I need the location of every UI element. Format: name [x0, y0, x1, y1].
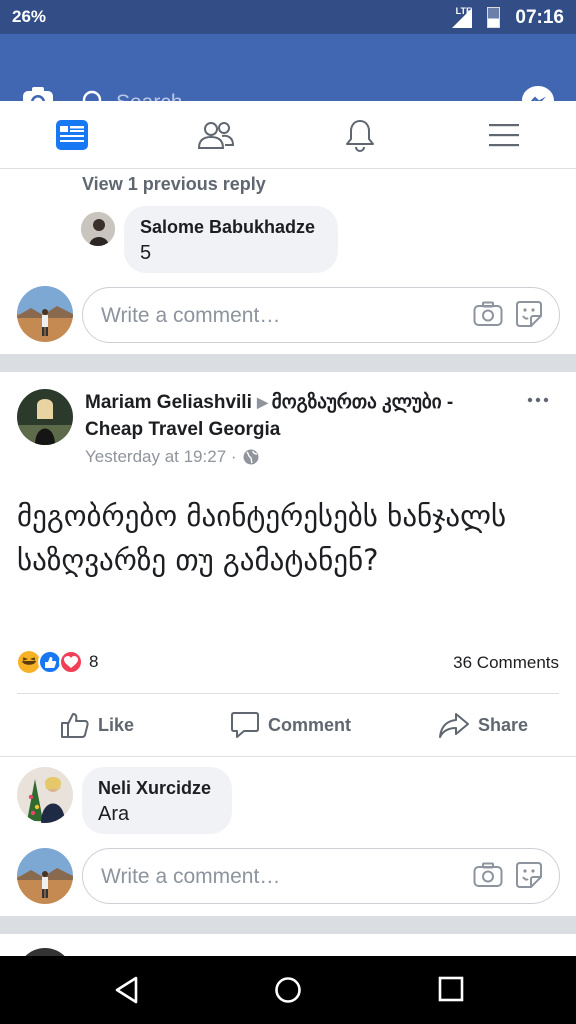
avatar	[17, 848, 73, 904]
battery-percent: 26%	[12, 7, 47, 26]
menu-icon	[489, 123, 519, 146]
recents-icon[interactable]	[438, 976, 464, 1002]
status-bar: 26% LTE 07:16	[0, 0, 576, 34]
back-icon[interactable]	[114, 976, 140, 1004]
clock: 07:16	[515, 7, 564, 28]
tab-bar	[0, 101, 576, 169]
reply-text: 5	[140, 242, 152, 264]
tab-news-feed[interactable]	[0, 101, 144, 168]
write-comment-box[interactable]	[82, 287, 560, 344]
user-photo	[17, 767, 73, 823]
reply-author[interactable]: Salome Babukhadze	[140, 217, 322, 238]
sticker-icon[interactable]	[515, 861, 543, 889]
more-icon	[527, 397, 549, 403]
avatar[interactable]	[17, 767, 73, 823]
post-body: მეგობრებო მაინტერესებს ხანჯალს საზღვარზე…	[17, 499, 507, 577]
divider	[0, 916, 576, 934]
post-options-button[interactable]	[526, 390, 550, 410]
user-photo	[81, 212, 115, 246]
reply-bubble[interactable]: Salome Babukhadze 5	[124, 206, 338, 273]
post-actions: Like Comment Share	[0, 694, 576, 756]
sticker-icon[interactable]	[515, 300, 543, 328]
reaction-count: 8	[89, 652, 99, 671]
comment-text: Ara	[98, 803, 130, 825]
divider	[0, 354, 576, 372]
comment-count-link[interactable]: 36 Comments	[453, 653, 559, 673]
shared-to-arrow-icon: ▶	[257, 394, 272, 410]
post-meta: Yesterday at 19:27 ·	[85, 447, 259, 467]
write-comment-box[interactable]	[82, 848, 560, 905]
post-author[interactable]: Mariam Geliashvili	[85, 392, 252, 413]
like-button[interactable]: Like	[60, 694, 134, 756]
home-icon[interactable]	[274, 976, 302, 1004]
user-photo	[17, 848, 73, 904]
battery-icon	[487, 7, 500, 28]
tab-menu[interactable]	[432, 101, 576, 168]
comment-label: Comment	[268, 714, 352, 735]
reaction-icons	[18, 650, 81, 674]
share-label: Share	[478, 714, 529, 735]
network-type: LTE	[455, 6, 472, 16]
news-feed-icon	[56, 119, 88, 150]
divider	[0, 756, 576, 757]
comment-input[interactable]	[99, 849, 463, 905]
system-nav-bar	[0, 956, 576, 1024]
author-avatar[interactable]	[17, 389, 73, 445]
user-photo	[17, 286, 73, 342]
avatar[interactable]	[81, 212, 115, 246]
avatar	[17, 286, 73, 342]
like-icon	[61, 713, 89, 738]
bell-icon	[346, 119, 374, 152]
view-previous-replies-link[interactable]: View 1 previous reply	[82, 174, 266, 195]
like-label: Like	[98, 714, 135, 735]
tab-friends[interactable]	[144, 101, 288, 168]
share-button[interactable]: Share	[438, 694, 528, 756]
friends-icon	[197, 121, 235, 149]
comment-icon	[231, 712, 259, 738]
reactions-summary[interactable]: 8	[17, 650, 98, 674]
camera-icon[interactable]	[473, 301, 503, 327]
post-timestamp[interactable]: Yesterday at 19:27 ·	[85, 447, 237, 467]
globe-icon	[243, 449, 259, 465]
comment-author[interactable]: Neli Xurcidze	[98, 778, 216, 799]
comment-input[interactable]	[99, 288, 463, 344]
comment-button[interactable]: Comment	[230, 694, 351, 756]
comment-bubble[interactable]: Neli Xurcidze Ara	[82, 767, 232, 834]
top-bar	[0, 34, 576, 123]
tab-notifications[interactable]	[288, 101, 432, 168]
post-header: Mariam Geliashvili ▶ მოგზაურთა კლუბი - C…	[85, 389, 485, 443]
user-photo	[17, 389, 73, 445]
camera-icon[interactable]	[473, 862, 503, 888]
share-icon	[439, 713, 469, 738]
